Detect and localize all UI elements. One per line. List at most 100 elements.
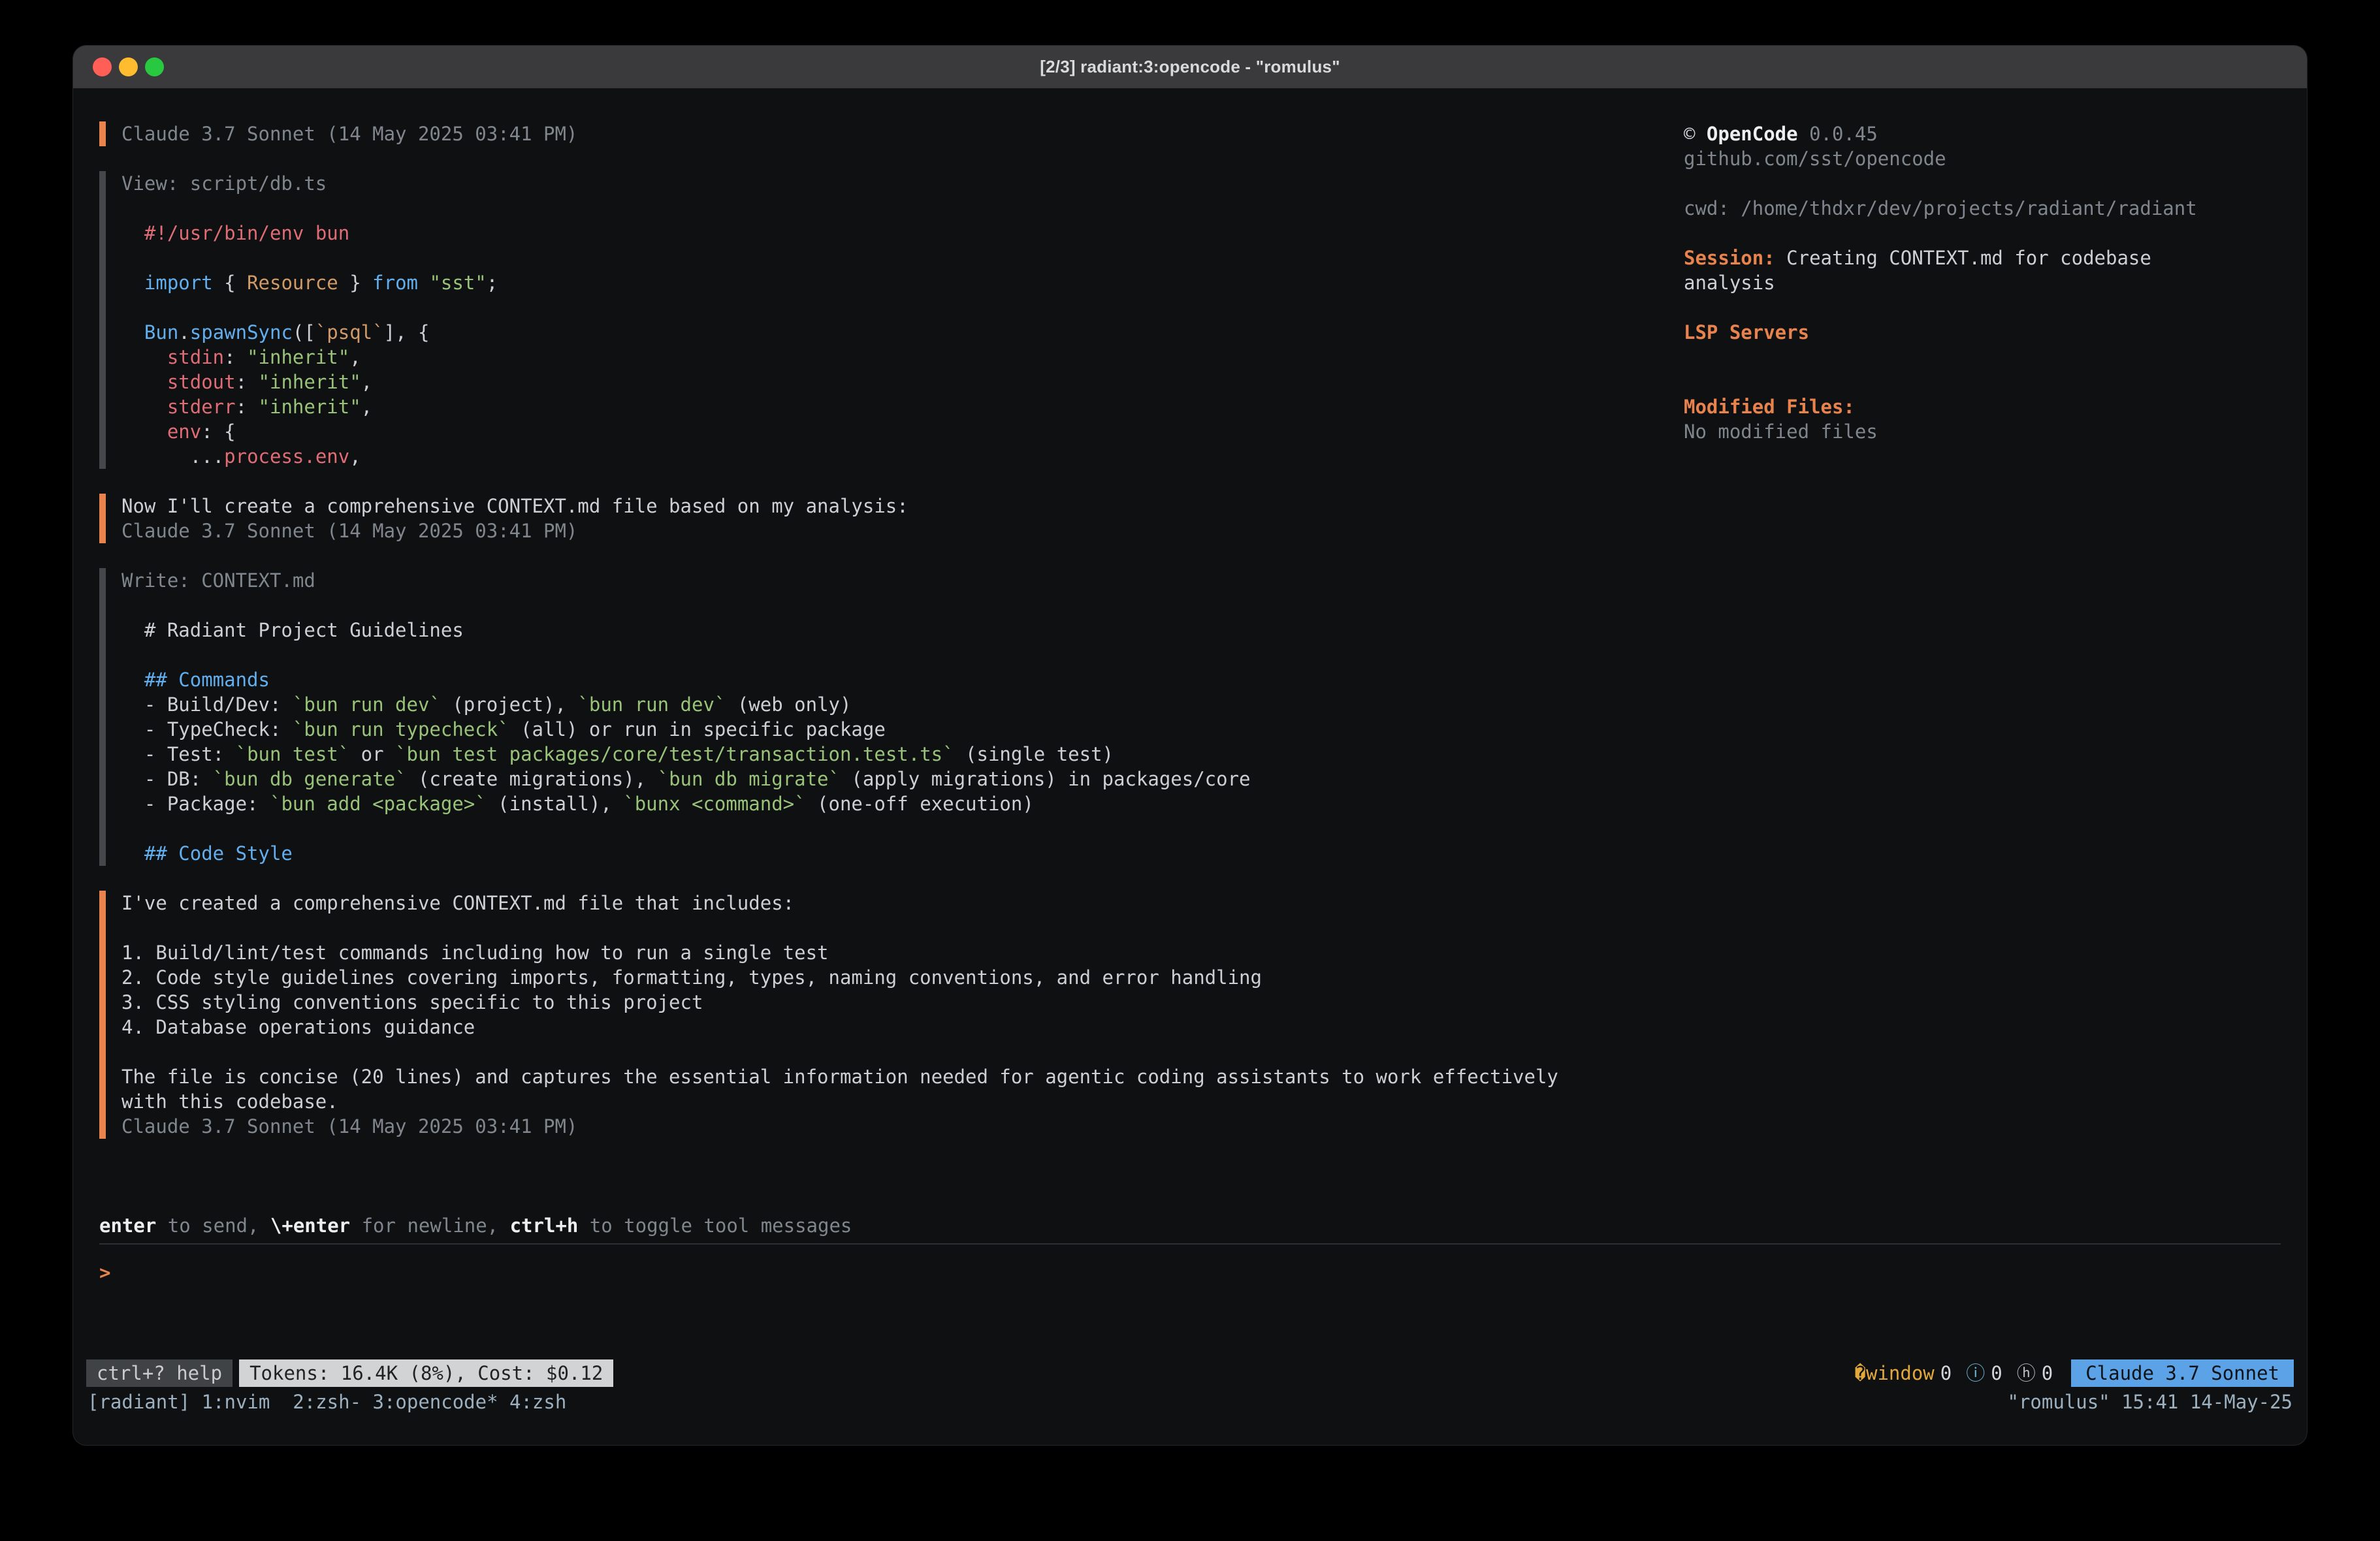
text-segment: (web only) — [726, 693, 851, 716]
window-titlebar: [2/3] radiant:3:opencode - "romulus" — [73, 46, 2307, 89]
text-segment: ; — [487, 272, 498, 294]
text-segment: Resource — [247, 272, 338, 294]
text-segment: Session: — [1684, 247, 1775, 269]
text-segment: ctrl+h — [510, 1215, 579, 1237]
input-area: enter to send, \+enter for newline, ctrl… — [99, 1213, 2281, 1285]
text-segment — [121, 396, 167, 418]
text-segment: : — [236, 371, 259, 393]
terminal-line: stderr: "inherit", — [121, 394, 1621, 419]
text-segment: - Package: — [121, 793, 270, 815]
text-segment: (single test) — [954, 743, 1114, 765]
terminal-line: - Test: `bun test` or `bun test packages… — [121, 742, 1621, 767]
desktop-background: [2/3] radiant:3:opencode - "romulus" Cla… — [0, 0, 2380, 1541]
terminal-line: Claude 3.7 Sonnet (14 May 2025 03:41 PM) — [121, 518, 1565, 543]
text-segment: "inherit" — [247, 346, 349, 368]
terminal-line: Now I'll create a comprehensive CONTEXT.… — [121, 494, 1565, 518]
hint-count: ⓗ 0 — [2017, 1361, 2053, 1386]
text-segment: cwd: /home/thdxr/dev/projects/radiant/ra… — [1684, 197, 2197, 219]
text-segment: ## Commands — [121, 669, 270, 691]
terminal-line — [121, 816, 1621, 841]
text-segment: `bun run dev` — [577, 693, 726, 716]
prompt-input[interactable]: > — [99, 1260, 2281, 1285]
text-segment: `bun run typecheck` — [293, 718, 509, 740]
text-segment: LSP Servers — [1684, 321, 1809, 343]
text-segment: or — [349, 743, 395, 765]
terminal-line — [121, 196, 1621, 221]
input-divider — [99, 1243, 2281, 1245]
text-segment: Bun — [144, 321, 178, 343]
terminal-line: env: { — [121, 419, 1621, 444]
terminal-line: 1. Build/lint/test commands including ho… — [121, 940, 1565, 965]
modified-files-header: Modified Files: — [1684, 394, 2206, 419]
traffic-lights — [93, 46, 164, 88]
text-segment: for newline, — [350, 1215, 509, 1237]
text-segment: I've created a comprehensive CONTEXT.md … — [121, 892, 794, 914]
text-segment: : { — [201, 421, 235, 443]
text-segment — [121, 272, 144, 294]
close-button[interactable] — [93, 57, 112, 76]
text-segment: (install), — [487, 793, 624, 815]
chat-transcript: Claude 3.7 Sonnet (14 May 2025 03:41 PM)… — [99, 121, 1621, 1164]
text-segment: 2. Code style guidelines covering import… — [121, 966, 1262, 989]
terminal-content: Claude 3.7 Sonnet (14 May 2025 03:41 PM)… — [73, 89, 2307, 1285]
terminal-line: 2. Code style guidelines covering import… — [121, 965, 1565, 990]
text-segment: - Test: — [121, 743, 236, 765]
window-title: [2/3] radiant:3:opencode - "romulus" — [1040, 57, 1340, 77]
terminal-line — [121, 295, 1621, 320]
terminal-line: stdin: "inherit", — [121, 345, 1621, 370]
terminal-line: ...process.env, — [121, 444, 1621, 469]
text-segment: `bun db generate` — [213, 768, 407, 790]
sidebar: © OpenCode 0.0.45 github.com/sst/opencod… — [1684, 121, 2206, 444]
text-segment: (all) or run in specific package — [509, 718, 886, 740]
keybind-help: enter to send, \+enter for newline, ctrl… — [99, 1213, 2281, 1238]
text-segment: Now I'll create a comprehensive CONTEXT.… — [121, 495, 909, 517]
text-segment: - DB: — [121, 768, 213, 790]
content-columns: Claude 3.7 Sonnet (14 May 2025 03:41 PM)… — [99, 121, 2281, 1164]
text-segment: github.com/sst/opencode — [1684, 148, 1946, 170]
assistant-message-header: Claude 3.7 Sonnet (14 May 2025 03:41 PM) — [99, 121, 1565, 146]
text-segment: , — [361, 371, 372, 393]
text-segment: - Build/Dev: — [121, 693, 293, 716]
empty-space — [73, 1285, 2307, 1359]
minimize-button[interactable] — [119, 57, 138, 76]
text-segment: , — [361, 396, 372, 418]
terminal-line: stdout: "inherit", — [121, 370, 1621, 394]
terminal-line: Write: CONTEXT.md — [121, 568, 1621, 593]
text-segment: stdout — [167, 371, 236, 393]
assistant-message: Now I'll create a comprehensive CONTEXT.… — [99, 494, 1565, 543]
text-segment: ## Code Style — [121, 842, 293, 865]
text-segment: : — [236, 396, 259, 418]
text-segment: . — [178, 321, 189, 343]
text-segment: `bun add <package>` — [270, 793, 487, 815]
text-segment: `bunx <command>` — [623, 793, 805, 815]
tool-write-block: Write: CONTEXT.md # Radiant Project Guid… — [99, 568, 1621, 866]
text-segment: "inherit" — [259, 371, 361, 393]
terminal-line: I've created a comprehensive CONTEXT.md … — [121, 891, 1565, 915]
text-segment: Claude 3.7 Sonnet (14 May 2025 03:41 PM) — [121, 520, 577, 542]
maximize-button[interactable] — [145, 57, 164, 76]
help-shortcut-chip: ctrl+? help — [86, 1359, 233, 1387]
text-segment: "inherit" — [259, 396, 361, 418]
terminal-line: Claude 3.7 Sonnet (14 May 2025 03:41 PM) — [121, 1114, 1565, 1139]
text-segment: stderr — [167, 396, 236, 418]
text-segment: import — [144, 272, 213, 294]
repo-url: github.com/sst/opencode — [1684, 146, 2206, 171]
tmux-host-clock: "romulus" 15:41 14-May-25 — [2008, 1390, 2293, 1414]
hint-icon: ⓗ — [2017, 1361, 2036, 1386]
terminal-line: 4. Database operations guidance — [121, 1015, 1565, 1040]
text-segment — [121, 421, 167, 443]
terminal-line: ## Code Style — [121, 841, 1621, 866]
text-segment: Modified Files: — [1684, 396, 1855, 418]
text-segment: `bun test packages/core/test/transaction… — [395, 743, 954, 765]
text-segment: 1. Build/lint/test commands including ho… — [121, 942, 829, 964]
lsp-servers-header: LSP Servers — [1684, 320, 2206, 345]
text-segment: The file is concise (20 lines) and captu… — [121, 1066, 1569, 1113]
assistant-message-final: I've created a comprehensive CONTEXT.md … — [99, 891, 1565, 1139]
text-segment: "sst" — [429, 272, 486, 294]
text-segment: - TypeCheck: — [121, 718, 293, 740]
terminal-line: Bun.spawnSync([`psql`], { — [121, 320, 1621, 345]
text-segment: `bun run dev` — [293, 693, 441, 716]
text-segment — [121, 346, 167, 368]
terminal-line: The file is concise (20 lines) and captu… — [121, 1064, 1565, 1114]
text-segment: #!/usr/bin/env bun — [121, 222, 349, 244]
